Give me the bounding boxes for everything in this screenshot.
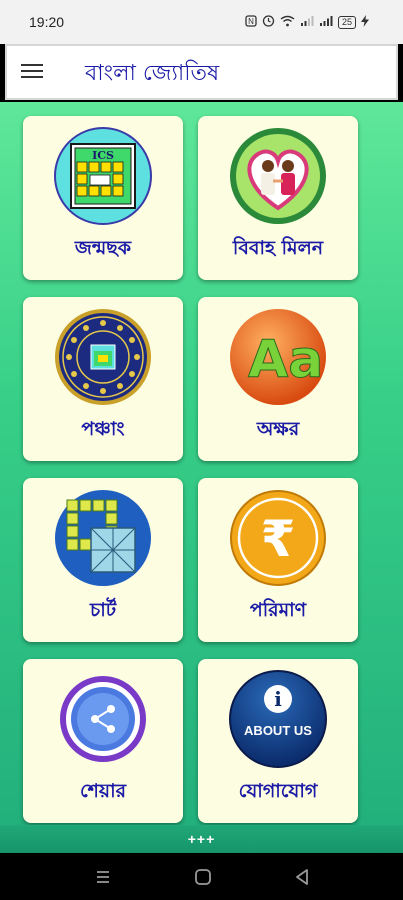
menu-icon[interactable] — [21, 60, 45, 82]
share-icon — [53, 669, 153, 769]
card-label: জন্মছক — [74, 237, 132, 259]
status-time: 19:20 — [29, 14, 65, 30]
rupee-icon: ₹ — [228, 488, 328, 588]
letters-aa-icon: Aa — [228, 307, 328, 407]
charging-icon — [361, 14, 369, 30]
card-janmachak[interactable]: ICS জন্মছক — [23, 116, 183, 280]
card-poriman[interactable]: ₹ পরিমাণ — [198, 478, 358, 642]
info-letter: i — [274, 687, 282, 711]
navigation-bar — [0, 853, 403, 900]
svg-text:N: N — [248, 17, 254, 26]
recent-apps-icon[interactable] — [91, 865, 115, 889]
home-icon[interactable] — [191, 865, 215, 889]
bottom-strip: +++ — [0, 825, 403, 853]
card-label: অক্ষর — [256, 418, 300, 440]
card-label: যোগাযোগ — [238, 780, 318, 802]
chart-grid-icon — [53, 488, 153, 588]
ics-chart-icon: ICS — [53, 126, 153, 226]
signal-icon — [319, 15, 333, 30]
nfc-icon: N — [245, 14, 257, 30]
about-us-text: ABOUT US — [244, 723, 312, 738]
card-akkhar[interactable]: Aa অক্ষর — [198, 297, 358, 461]
alarm-icon — [262, 14, 275, 30]
status-bar: 19:20 N 25 — [0, 0, 403, 44]
card-label: শেয়ার — [79, 780, 127, 802]
card-label: বিবাহ মিলন — [232, 237, 324, 259]
card-chart[interactable]: চার্ট — [23, 478, 183, 642]
status-icons: N 25 — [245, 14, 369, 30]
app-bar: বাংলা জ্যোতিষ — [5, 44, 398, 100]
rupee-text: ₹ — [261, 510, 296, 568]
zodiac-wheel-icon — [53, 307, 153, 407]
card-label: পঞ্চাং — [81, 418, 125, 440]
back-icon[interactable] — [290, 865, 314, 889]
marriage-couple-icon — [228, 126, 328, 226]
card-panchang[interactable]: পঞ্চাং — [23, 297, 183, 461]
about-us-icon: i ABOUT US — [228, 669, 328, 769]
menu-grid: ICS জন্মছক বিবাহ মিলন পঞ্চাং Aa অক্ষর চা… — [0, 102, 403, 825]
more-indicator[interactable]: +++ — [0, 831, 403, 847]
app-title: বাংলা জ্যোতিষ — [85, 61, 220, 86]
card-bibaho-milan[interactable]: বিবাহ মিলন — [198, 116, 358, 280]
aa-text: Aa — [248, 330, 323, 390]
signal-icon — [300, 15, 314, 30]
battery-icon: 25 — [337, 15, 356, 29]
card-label: চার্ট — [89, 599, 117, 621]
wifi-icon — [280, 15, 295, 30]
card-label: পরিমাণ — [249, 599, 307, 621]
ics-text: ICS — [92, 149, 114, 162]
card-share[interactable]: শেয়ার — [23, 659, 183, 823]
card-jogajog[interactable]: i ABOUT US যোগাযোগ — [198, 659, 358, 823]
